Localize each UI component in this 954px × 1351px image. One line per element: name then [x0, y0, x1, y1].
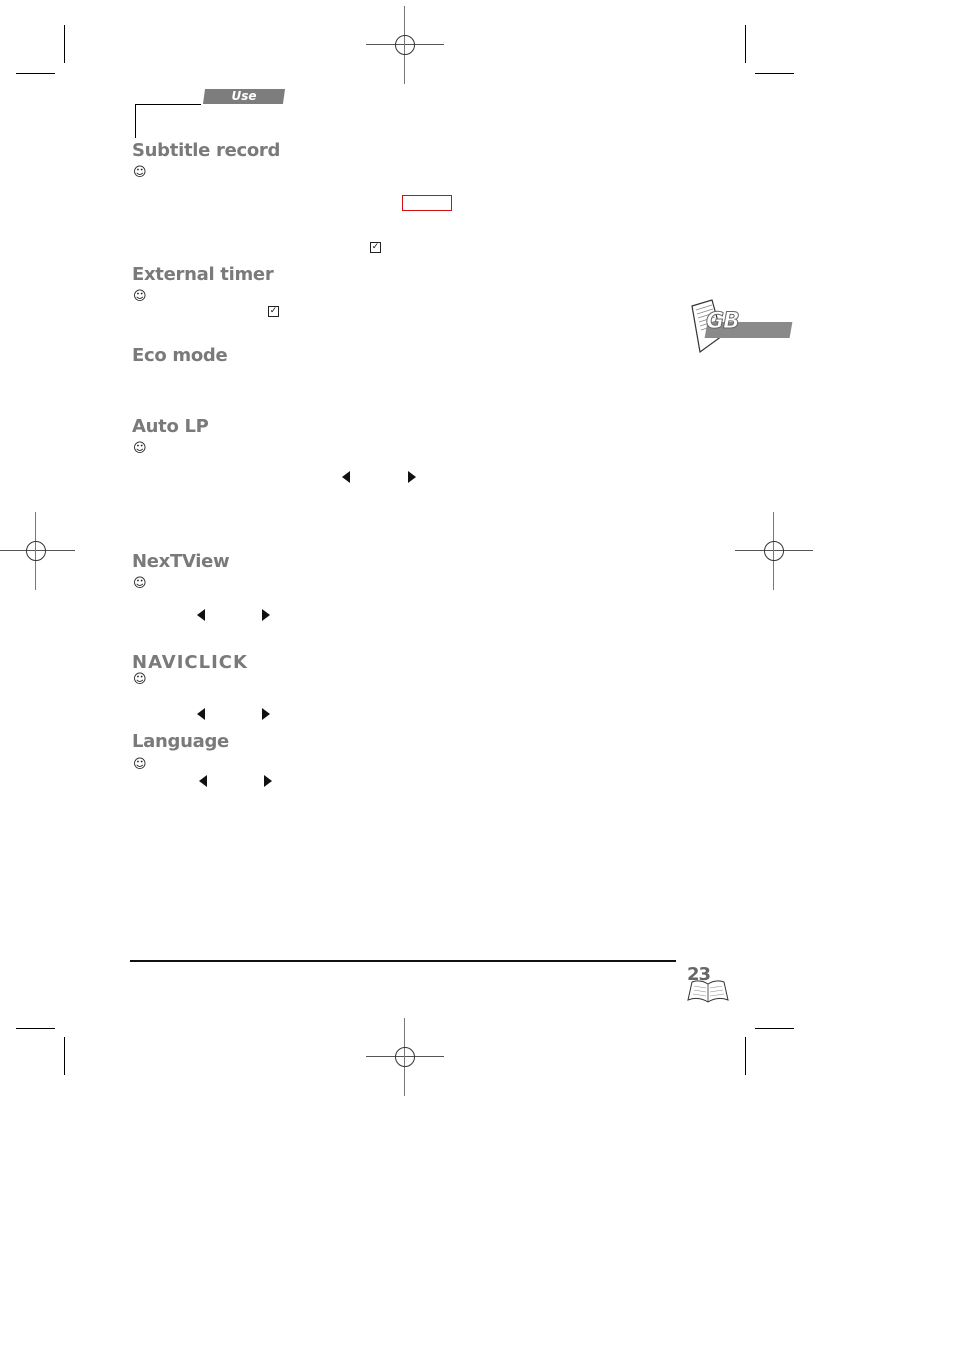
section-heading-subtitle-record: Subtitle record: [132, 140, 281, 161]
section-heading-naviclick: NAVICLICK: [132, 652, 248, 673]
section-heading-language: Language: [132, 731, 229, 752]
left-arrow-icon: [197, 708, 205, 720]
smiley-icon: ☺: [133, 289, 147, 304]
header-rule: [135, 104, 201, 105]
smiley-icon: ☺: [133, 441, 147, 456]
crop-mark: [64, 1037, 65, 1075]
section-heading-nextview: NexTView: [132, 551, 230, 572]
smiley-icon: ☺: [133, 576, 147, 591]
crop-mark: [745, 25, 746, 63]
crop-mark: [755, 73, 794, 74]
language-badge: GB: [706, 309, 741, 335]
right-arrow-icon: [262, 708, 270, 720]
section-tab-label: Use: [231, 89, 257, 103]
checkbox-checked-icon: ✓: [268, 306, 279, 317]
smiley-icon: ☺: [133, 757, 147, 772]
registration-mark: [735, 512, 813, 590]
registration-mark: [366, 1018, 444, 1096]
crop-mark: [16, 73, 55, 74]
header-rule: [135, 104, 136, 138]
crop-mark: [755, 1028, 794, 1029]
right-arrow-icon: [408, 471, 416, 483]
registration-mark: [0, 512, 75, 590]
section-heading-eco-mode: Eco mode: [132, 345, 228, 366]
section-heading-auto-lp: Auto LP: [132, 416, 209, 437]
section-heading-external-timer: External timer: [132, 264, 274, 285]
smiley-icon: ☺: [133, 672, 147, 687]
smiley-icon: ☺: [133, 165, 147, 180]
checkbox-checked-icon: ✓: [370, 242, 381, 253]
right-arrow-icon: [262, 609, 270, 621]
crop-mark: [16, 1028, 55, 1029]
page-number: 23: [687, 964, 711, 985]
left-arrow-icon: [197, 609, 205, 621]
crop-mark: [64, 25, 65, 63]
highlight-box: [402, 195, 452, 211]
crop-mark: [745, 1037, 746, 1075]
right-arrow-icon: [264, 775, 272, 787]
footer-rule: [130, 960, 676, 962]
registration-mark: [366, 6, 444, 84]
left-arrow-icon: [199, 775, 207, 787]
left-arrow-icon: [342, 471, 350, 483]
